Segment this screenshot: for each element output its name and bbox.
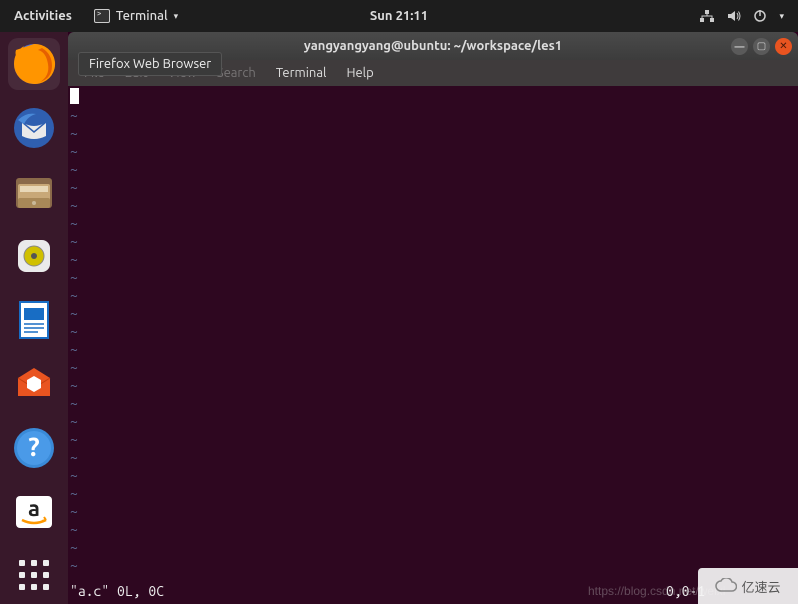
- gnome-top-panel: Activities Terminal ▾ Sun 21:11 ▾: [0, 0, 798, 32]
- maximize-button[interactable]: ▢: [753, 38, 770, 55]
- amazon-icon[interactable]: a: [8, 486, 60, 538]
- cursor: [70, 88, 79, 104]
- status-file-info: "a.c" 0L, 0C: [70, 582, 666, 600]
- show-apps-icon[interactable]: [19, 560, 49, 590]
- window-title: yangyangyang@ubuntu: ~/workspace/les1: [304, 39, 562, 53]
- firefox-icon[interactable]: [8, 38, 60, 90]
- clock-label[interactable]: Sun 21:11: [370, 9, 428, 23]
- chevron-down-icon: ▾: [779, 11, 784, 22]
- app-menu[interactable]: Terminal ▾: [86, 9, 186, 23]
- vim-editor[interactable]: ~~~~~~~~~~~~~~~~~~~~~~~~~~ "a.c" 0L, 0C …: [68, 86, 798, 604]
- files-icon[interactable]: [8, 166, 60, 218]
- close-button[interactable]: ✕: [775, 38, 792, 55]
- thunderbird-icon[interactable]: [8, 102, 60, 154]
- terminal-window: yangyangyang@ubuntu: ~/workspace/les1 — …: [68, 32, 798, 604]
- tilde-column: ~~~~~~~~~~~~~~~~~~~~~~~~~~: [68, 86, 798, 574]
- dock: ? a: [0, 32, 68, 604]
- power-icon[interactable]: [753, 9, 767, 23]
- network-icon[interactable]: [699, 9, 715, 23]
- menu-help[interactable]: Help: [336, 66, 383, 80]
- svg-text:a: a: [28, 496, 40, 521]
- terminal-icon: [94, 9, 110, 23]
- watermark-logo-text: 亿速云: [741, 577, 780, 596]
- watermark-logo: 亿速云: [698, 568, 798, 604]
- writer-icon[interactable]: [8, 294, 60, 346]
- menu-terminal[interactable]: Terminal: [266, 66, 337, 80]
- chevron-down-icon: ▾: [174, 11, 179, 22]
- tooltip-firefox: Firefox Web Browser: [78, 52, 222, 76]
- system-tray[interactable]: ▾: [699, 9, 798, 23]
- help-icon[interactable]: ?: [8, 422, 60, 474]
- svg-text:?: ?: [28, 432, 39, 461]
- volume-icon[interactable]: [727, 9, 741, 23]
- rhythmbox-icon[interactable]: [8, 230, 60, 282]
- activities-button[interactable]: Activities: [0, 9, 86, 23]
- software-icon[interactable]: [8, 358, 60, 410]
- app-menu-label: Terminal: [116, 9, 168, 23]
- minimize-button[interactable]: —: [731, 38, 748, 55]
